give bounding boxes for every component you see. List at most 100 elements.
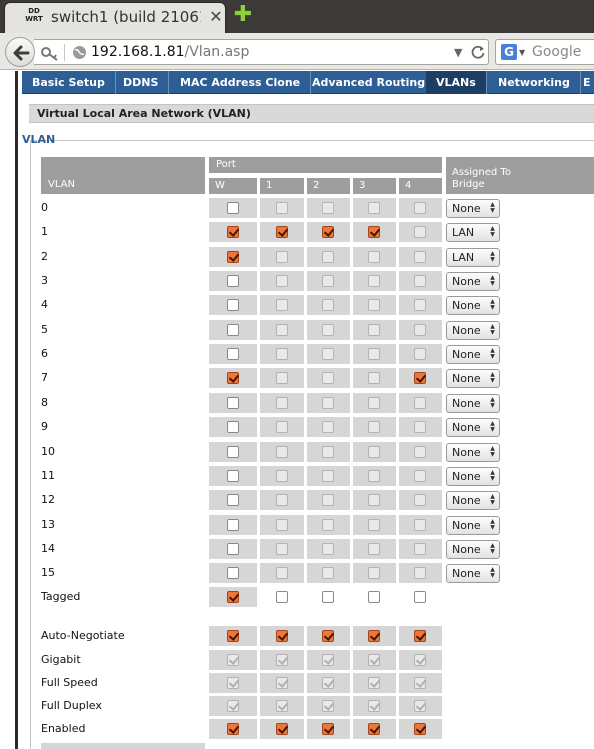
enabled-port-2-checkbox[interactable]	[322, 723, 334, 735]
tagged-port-1-checkbox[interactable]	[276, 591, 288, 603]
header-vlan-label: VLAN	[48, 179, 75, 190]
select-arrows-icon: ▲ ▼	[490, 420, 495, 433]
search-bar[interactable]: G ▼ Google	[495, 39, 594, 65]
enabled-port-3-checkbox[interactable]	[368, 723, 380, 735]
port-cell	[209, 320, 257, 340]
tagged-port-4-checkbox[interactable]	[414, 591, 426, 603]
vlan-2-bridge-select[interactable]: LAN ▲ ▼	[446, 248, 500, 267]
vlan-2-port-w-checkbox[interactable]	[227, 251, 239, 263]
vlan-0-bridge-select[interactable]: None ▲ ▼	[446, 199, 500, 218]
vlan-3-bridge-select[interactable]: None ▲ ▼	[446, 272, 500, 291]
header-port-group: Port	[209, 157, 442, 173]
new-tab-icon[interactable]: ✚	[232, 4, 254, 26]
port-cell	[209, 490, 257, 510]
auto-negotiate-port-1-checkbox[interactable]	[276, 630, 288, 642]
vlan-1-port-w-checkbox[interactable]	[227, 226, 239, 238]
tab-close-icon[interactable]: ✕	[209, 8, 223, 26]
vlan-10-bridge-select[interactable]: None ▲ ▼	[446, 443, 500, 462]
port-cell	[353, 295, 396, 315]
vlan-12-port-w-checkbox[interactable]	[227, 494, 239, 506]
vlan-1-port-1-checkbox[interactable]	[276, 226, 288, 238]
vlan-14-bridge-select[interactable]: None ▲ ▼	[446, 540, 500, 559]
tagged-port-3-checkbox[interactable]	[368, 591, 380, 603]
vlan-5-port-w-checkbox[interactable]	[227, 324, 239, 336]
back-button[interactable]	[5, 37, 35, 67]
vlan-7-bridge-select[interactable]: None ▲ ▼	[446, 369, 500, 388]
vlan-7-port-4-checkbox[interactable]	[414, 372, 426, 384]
menu-item-mac-address-clone[interactable]: MAC Address Clone	[170, 71, 312, 94]
vlan-11-port-4-checkbox	[414, 470, 426, 482]
vlan-10-port-w-checkbox[interactable]	[227, 446, 239, 458]
vlan-4-bridge-select[interactable]: None ▲ ▼	[446, 296, 500, 315]
full-speed-port-2-checkbox	[322, 677, 334, 689]
vlan-6-bridge-select[interactable]: None ▲ ▼	[446, 345, 500, 364]
google-engine-icon[interactable]: G	[501, 44, 517, 60]
navigation-toolbar: 192.168.1.81/Vlan.asp ▼ G ▼ Google	[0, 33, 594, 70]
enabled-port-1-checkbox[interactable]	[276, 723, 288, 735]
vlan-7-port-w-checkbox[interactable]	[227, 372, 239, 384]
port-cell	[307, 490, 350, 510]
auto-negotiate-port-w-checkbox[interactable]	[227, 630, 239, 642]
vlan-1-port-2-checkbox[interactable]	[322, 226, 334, 238]
menu-item-networking[interactable]: Networking	[488, 71, 581, 94]
port-cell	[307, 466, 350, 486]
port-cell	[307, 368, 350, 388]
vlan-14-port-w-checkbox[interactable]	[227, 543, 239, 555]
vlan-1-bridge-select[interactable]: LAN ▲ ▼	[446, 223, 500, 242]
vlan-15-bridge-select[interactable]: None ▲ ▼	[446, 564, 500, 583]
menu-item-basic-setup[interactable]: Basic Setup	[22, 71, 116, 94]
gigabit-port-w-checkbox	[227, 654, 239, 666]
vlan-11-bridge-select[interactable]: None ▲ ▼	[446, 467, 500, 486]
full-duplex-port-3-checkbox	[368, 700, 380, 712]
port-cell	[307, 247, 350, 267]
bridge-select-value: None	[452, 494, 481, 507]
url-history-dropdown-icon[interactable]: ▼	[454, 46, 462, 59]
menu-item-ddns[interactable]: DDNS	[113, 71, 170, 94]
vlan-12-port-2-checkbox	[322, 494, 334, 506]
vlan-3-port-w-checkbox[interactable]	[227, 275, 239, 287]
engine-dropdown-icon[interactable]: ▼	[519, 48, 525, 57]
vlan-9-bridge-select[interactable]: None ▲ ▼	[446, 418, 500, 437]
setting-row-label: Gigabit	[41, 653, 81, 666]
vlan-8-bridge-select[interactable]: None ▲ ▼	[446, 394, 500, 413]
url-host: 192.168.1.81	[91, 44, 185, 60]
vlan-1-port-3-checkbox[interactable]	[368, 226, 380, 238]
tagged-port-2-checkbox[interactable]	[322, 591, 334, 603]
menu-item-vlans[interactable]: VLANs	[426, 71, 487, 94]
port-cell	[353, 466, 396, 486]
port-cell	[209, 515, 257, 535]
vlan-14-port-4-checkbox	[414, 543, 426, 555]
auto-negotiate-port-3-checkbox[interactable]	[368, 630, 380, 642]
vlan-15-port-w-checkbox[interactable]	[227, 567, 239, 579]
tagged-port-w-checkbox[interactable]	[227, 591, 239, 603]
vlan-6-port-1-checkbox	[276, 348, 288, 360]
vlan-4-port-w-checkbox[interactable]	[227, 299, 239, 311]
menu-item-advanced-routing[interactable]: Advanced Routing	[302, 71, 437, 94]
vlan-13-bridge-select[interactable]: None ▲ ▼	[446, 516, 500, 535]
enabled-port-4-checkbox[interactable]	[414, 723, 426, 735]
auto-negotiate-port-2-checkbox[interactable]	[322, 630, 334, 642]
browser-tab[interactable]: DDWRT switch1 (build 21061… ✕	[4, 2, 226, 33]
port-cell	[260, 271, 304, 291]
vlan-2-port-4-checkbox	[414, 251, 426, 263]
vlan-0-port-w-checkbox[interactable]	[227, 202, 239, 214]
port-cell	[399, 490, 442, 510]
vlan-8-port-w-checkbox[interactable]	[227, 397, 239, 409]
port-cell	[307, 320, 350, 340]
vlan-13-port-w-checkbox[interactable]	[227, 519, 239, 531]
port-cell	[260, 650, 304, 670]
url-bar[interactable]: 192.168.1.81/Vlan.asp ▼	[34, 39, 489, 65]
vlan-6-port-w-checkbox[interactable]	[227, 348, 239, 360]
vlan-11-port-w-checkbox[interactable]	[227, 470, 239, 482]
menu-item-e[interactable]: E	[573, 71, 594, 94]
reload-icon[interactable]	[470, 44, 486, 60]
vlan-5-bridge-select[interactable]: None ▲ ▼	[446, 321, 500, 340]
auto-negotiate-port-4-checkbox[interactable]	[414, 630, 426, 642]
vlan-9-port-w-checkbox[interactable]	[227, 421, 239, 433]
vlan-12-bridge-select[interactable]: None ▲ ▼	[446, 491, 500, 510]
select-arrows-icon: ▲ ▼	[490, 347, 495, 360]
port-cell	[307, 295, 350, 315]
vlan-0-port-1-checkbox	[276, 202, 288, 214]
enabled-port-w-checkbox[interactable]	[227, 723, 239, 735]
bridge-select-value: None	[452, 324, 481, 337]
